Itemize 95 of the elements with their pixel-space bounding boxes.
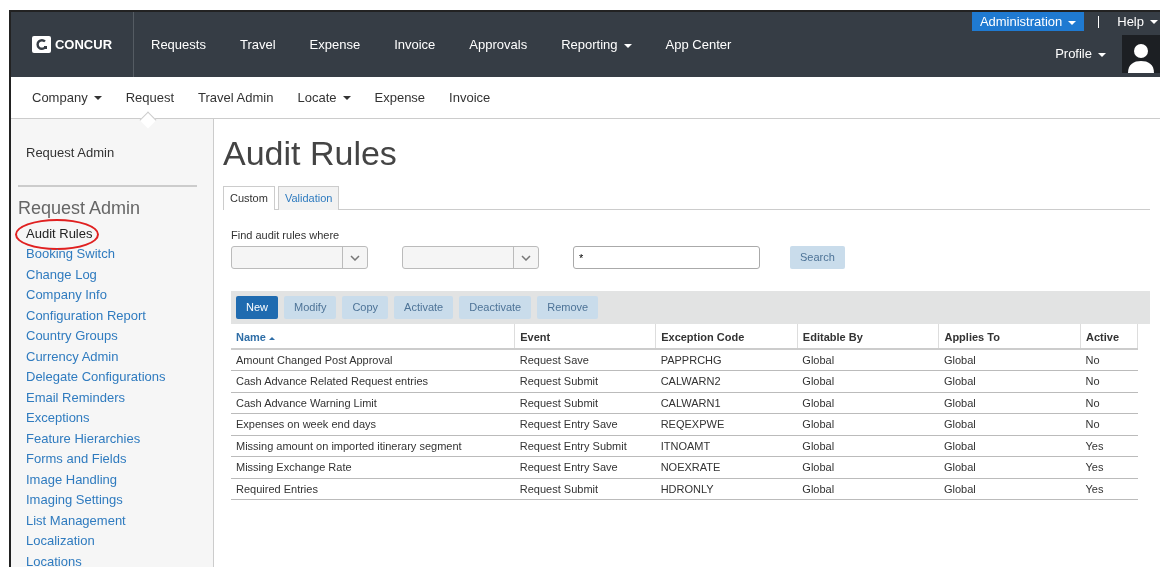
tab[interactable]: Custom — [223, 186, 275, 210]
sidebar-link[interactable]: Country Groups — [18, 326, 197, 347]
search-input[interactable]: * — [573, 246, 760, 269]
table-cell: Global — [797, 348, 939, 371]
concur-logo[interactable]: CONCUR — [31, 34, 113, 55]
sidebar-link[interactable]: Locations — [18, 551, 197, 567]
avatar-icon[interactable] — [1122, 35, 1160, 73]
nav-link[interactable]: Invoice — [377, 35, 453, 55]
sidebar-link[interactable]: Currency Admin — [18, 346, 197, 367]
chevron-down-icon — [521, 254, 531, 261]
subnav-tab[interactable]: Locate — [287, 76, 365, 119]
table-cell: Global — [938, 413, 1081, 435]
nav-link[interactable]: Approvals — [452, 35, 545, 55]
table-cell: Request Entry Submit — [514, 435, 656, 457]
column-header[interactable]: Exception Code — [655, 324, 798, 349]
table-cell: No — [1080, 370, 1138, 392]
table-cell: Global — [797, 370, 939, 392]
table-cell: Global — [938, 348, 1081, 371]
table-cell: Yes — [1080, 456, 1138, 478]
subnav-tab[interactable]: Expense — [364, 76, 440, 119]
sidebar-link[interactable]: Localization — [18, 531, 197, 552]
page-title: Audit Rules — [223, 136, 398, 170]
column-header[interactable]: Active — [1080, 324, 1138, 349]
sidebar-link[interactable]: Email Reminders — [18, 387, 197, 408]
table-cell: CALWARN2 — [655, 370, 798, 392]
table-cell: Global — [797, 435, 939, 457]
table-cell: CALWARN1 — [655, 392, 798, 414]
sidebar-link[interactable]: Audit Rules — [18, 223, 197, 244]
table-cell: Amount Changed Post Approval — [231, 348, 515, 371]
subnav-tab[interactable]: Travel Admin — [188, 76, 288, 119]
table-cell: Request Submit — [514, 478, 656, 500]
profile-menu[interactable]: Profile — [1055, 44, 1106, 64]
column-header[interactable]: Editable By — [797, 324, 939, 349]
sidebar-link[interactable]: Booking Switch — [18, 244, 197, 265]
field-dropdown[interactable] — [231, 246, 368, 269]
chevron-down-icon — [350, 254, 360, 261]
table-cell: Yes — [1080, 478, 1138, 500]
nav-link[interactable]: App Center — [648, 35, 749, 55]
table-cell: Expenses on week end days — [231, 413, 515, 435]
nav-link[interactable]: Requests — [134, 35, 223, 55]
sidebar-link[interactable]: Company Info — [18, 285, 197, 306]
nav-link[interactable]: Reporting — [544, 35, 649, 55]
table-cell: ITNOAMT — [655, 435, 798, 457]
sidebar-link[interactable]: Forms and Fields — [18, 449, 197, 470]
sidebar-link[interactable]: Imaging Settings — [18, 490, 197, 511]
administration-menu[interactable]: Administration — [971, 12, 1085, 31]
table-cell: REQEXPWE — [655, 413, 798, 435]
subnav-tab[interactable]: Invoice — [439, 76, 505, 119]
table-cell: Request Save — [514, 348, 656, 371]
table-cell: Request Submit — [514, 392, 656, 414]
table-cell: Global — [797, 392, 939, 414]
table-cell: Global — [797, 413, 939, 435]
table-cell: Missing amount on imported itinerary segment — [231, 435, 515, 457]
table-cell: Global — [797, 456, 939, 478]
table-cell: Request Entry Save — [514, 413, 656, 435]
nav-link[interactable]: Expense — [292, 35, 378, 55]
table-cell: Global — [938, 456, 1081, 478]
tab[interactable]: Validation — [277, 186, 340, 210]
sidebar-link[interactable]: Feature Hierarchies — [18, 428, 197, 449]
table-cell: Request Entry Save — [514, 456, 656, 478]
column-header[interactable]: Applies To — [938, 324, 1081, 349]
subnav-tab[interactable]: Request — [115, 76, 189, 119]
sidebar-link[interactable]: List Management — [18, 510, 197, 531]
nav-link[interactable]: Travel — [222, 35, 293, 55]
table-cell: PAPPRCHG — [655, 348, 798, 371]
sidebar-link[interactable]: Image Handling — [18, 469, 197, 490]
table-cell: No — [1080, 413, 1138, 435]
column-header[interactable]: Name — [231, 324, 515, 349]
table-cell: Request Submit — [514, 370, 656, 392]
sidebar-link[interactable]: Exceptions — [18, 408, 197, 429]
subnav-tab[interactable]: Company — [22, 76, 116, 119]
table-cell: NOEXRATE — [655, 456, 798, 478]
sidebar-link[interactable]: Delegate Configurations — [18, 367, 197, 388]
column-header[interactable]: Event — [514, 324, 656, 349]
table-cell: Missing Exchange Rate — [231, 456, 515, 478]
help-menu[interactable]: Help — [1111, 12, 1160, 32]
table-cell: No — [1080, 348, 1138, 371]
sidebar-link[interactable]: Configuration Report — [18, 305, 197, 326]
table-cell: Global — [938, 370, 1081, 392]
table-cell: Cash Advance Related Request entries — [231, 370, 515, 392]
toolbar-button[interactable]: New — [236, 296, 278, 319]
table-cell: Yes — [1080, 435, 1138, 457]
table-cell: Global — [938, 478, 1081, 500]
table-cell: No — [1080, 392, 1138, 414]
sidebar-link[interactable]: Change Log — [18, 264, 197, 285]
sidebar-heading: Request Admin — [18, 196, 142, 220]
sidebar-link[interactable]: Request Admin — [18, 143, 197, 164]
table-cell: Global — [938, 435, 1081, 457]
table-cell: Cash Advance Warning Limit — [231, 392, 515, 414]
table-cell: Required Entries — [231, 478, 515, 500]
operator-dropdown[interactable] — [402, 246, 539, 269]
table-cell: HDRONLY — [655, 478, 798, 500]
table-cell: Global — [797, 478, 939, 500]
search-label: Find audit rules where — [231, 227, 341, 243]
table-cell: Global — [938, 392, 1081, 414]
